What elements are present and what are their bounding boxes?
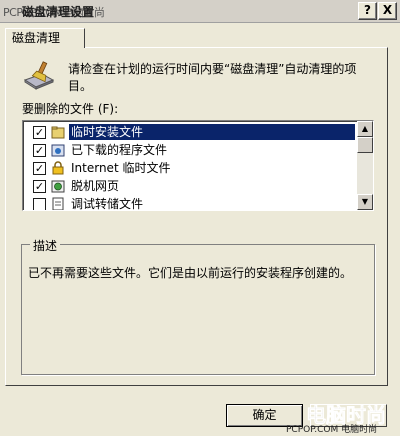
document-icon <box>52 197 64 210</box>
title-bar: PCPOP.COM电脑时尚 磁盘清理设置 ? X <box>0 0 400 23</box>
description-text: 已不再需要这些文件。它们是由以前运行的安装程序创建的。 <box>28 266 353 280</box>
list-item-label: 调试转储文件 <box>71 197 144 211</box>
checkbox[interactable]: ✓ <box>33 144 46 157</box>
list-item[interactable]: ✓ 临时安装文件 <box>25 123 355 141</box>
list-item[interactable]: 调试转储文件 <box>25 195 355 211</box>
checkbox[interactable]: ✓ <box>33 180 46 193</box>
scroll-thumb[interactable] <box>357 137 373 153</box>
list-item[interactable]: ✓ 脱机网页 <box>25 177 355 195</box>
tab-disk-cleanup[interactable]: 磁盘清理 <box>5 28 85 48</box>
help-button[interactable]: ? <box>358 2 377 20</box>
folder-icon <box>51 126 65 139</box>
intro-text: 请检查在计划的运行时间内要“磁盘清理”自动清理的项目。 <box>68 62 357 93</box>
list-item[interactable]: ✓ 已下载的程序文件 <box>25 141 355 159</box>
scroll-down-icon[interactable]: ▼ <box>357 194 373 210</box>
list-item-label: 脱机网页 <box>71 179 120 193</box>
list-item-label: 临时安装文件 <box>69 124 355 140</box>
checkbox[interactable]: ✓ <box>33 162 46 175</box>
lock-icon <box>52 161 64 175</box>
list-item-label: 已下载的程序文件 <box>71 143 168 157</box>
checkbox[interactable]: ✓ <box>33 126 46 139</box>
list-scrollbar[interactable]: ▲ ▼ <box>357 121 373 210</box>
scroll-up-icon[interactable]: ▲ <box>357 121 373 137</box>
description-title: 描述 <box>30 237 61 254</box>
tab-panel: 请检查在计划的运行时间内要“磁盘清理”自动清理的项目。 要删除的文件 (F): … <box>5 47 388 386</box>
downloaded-program-icon <box>51 144 65 157</box>
watermark-url: PCPOP.COM 电脑时尚 <box>286 425 378 435</box>
window-title: 磁盘清理设置 <box>22 5 95 19</box>
list-item-label: Internet 临时文件 <box>71 161 171 175</box>
offline-page-icon <box>51 180 65 193</box>
close-button[interactable]: X <box>378 2 397 20</box>
list-item[interactable]: ✓ Internet 临时文件 <box>25 159 355 177</box>
disk-cleanup-icon <box>23 61 55 90</box>
description-groupbox: 描述 已不再需要这些文件。它们是由以前运行的安装程序创建的。 <box>21 237 375 375</box>
checkbox[interactable] <box>33 198 46 210</box>
files-to-delete-label: 要删除的文件 (F): <box>22 102 119 116</box>
files-listbox[interactable]: ✓ 临时安装文件 ✓ 已下载的程序文件 ✓ Internet 临时文件 ✓ 脱机… <box>22 120 374 211</box>
